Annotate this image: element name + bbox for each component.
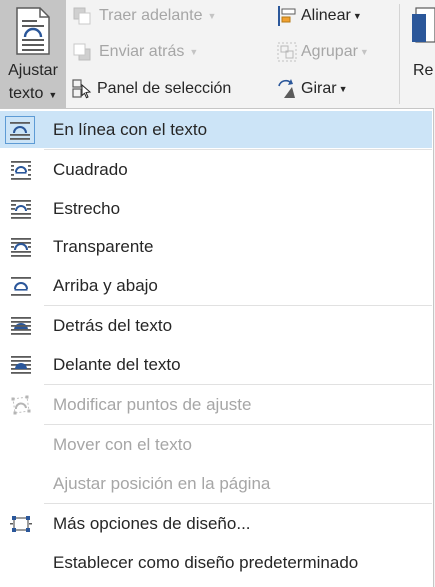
chevron-down-icon: ▼ <box>338 84 348 94</box>
menu-item-square[interactable]: Cuadrado <box>0 151 432 188</box>
selection-pane-button[interactable]: Panel de selección <box>71 76 231 102</box>
menu-separator <box>44 503 432 504</box>
wrap-top-bottom-icon <box>7 274 35 298</box>
bring-forward-button[interactable]: Traer adelante ▼ <box>71 3 216 29</box>
menu-separator <box>44 384 432 385</box>
chevron-down-icon: ▼ <box>359 47 369 57</box>
wrap-text-dropdown-menu: En línea con el texto Cuadrado Estrecho … <box>0 108 434 587</box>
edit-wrap-points-icon <box>7 393 35 417</box>
rotate-button[interactable]: Girar ▼ <box>276 76 347 102</box>
menu-item-label: Cuadrado <box>53 159 128 179</box>
menu-separator <box>44 305 432 306</box>
menu-item-label: Establecer como diseño predeterminado <box>53 552 359 572</box>
send-backward-label: Enviar atrás <box>99 43 185 60</box>
menu-item-label: Estrecho <box>53 198 121 218</box>
menu-item-label: Más opciones de diseño... <box>53 513 251 533</box>
menu-item-top-and-bottom[interactable]: Arriba y abajo <box>0 267 432 304</box>
behind-text-icon <box>7 314 35 338</box>
group-label: Agrupar <box>301 43 358 60</box>
menu-separator <box>44 424 432 425</box>
crop-label-partial[interactable]: Re <box>413 62 433 80</box>
menu-item-label: Modificar puntos de ajuste <box>53 394 252 414</box>
wrap-through-icon <box>7 235 35 259</box>
menu-item-label: Delante del texto <box>53 354 181 374</box>
align-button[interactable]: Alinear ▼ <box>276 3 362 29</box>
menu-item-label: Detrás del texto <box>53 315 173 335</box>
crop-icon[interactable] <box>412 6 435 52</box>
chevron-down-icon: ▼ <box>207 11 217 21</box>
in-front-of-text-icon <box>7 353 35 377</box>
selection-pane-icon <box>72 79 92 99</box>
menu-item-edit-wrap-points[interactable]: Modificar puntos de ajuste <box>0 386 432 423</box>
menu-separator <box>44 149 432 150</box>
menu-item-behind-text[interactable]: Detrás del texto <box>0 307 432 344</box>
menu-item-label: Ajustar posición en la página <box>53 473 271 493</box>
chevron-down-icon: ▼ <box>352 11 362 21</box>
wrap-text-icon <box>16 7 50 55</box>
align-label: Alinear <box>301 7 351 24</box>
menu-item-inline-with-text[interactable]: En línea con el texto <box>0 111 432 148</box>
menu-item-label: En línea con el texto <box>53 119 208 139</box>
ribbon-arrange-group: Ajustar texto ▼ Traer adelante ▼ Enviar a… <box>0 0 435 109</box>
menu-item-through[interactable]: Transparente <box>0 228 432 265</box>
menu-item-set-as-default-layout[interactable]: Establecer como diseño predeterminado <box>0 544 432 581</box>
ribbon-group-divider <box>399 4 400 104</box>
send-backward-button[interactable]: Enviar atrás ▼ <box>71 39 198 65</box>
wrap-tight-icon <box>7 197 35 221</box>
wrap-inline-icon <box>5 115 35 144</box>
menu-item-move-with-text[interactable]: Mover con el texto <box>0 426 432 463</box>
send-backward-icon <box>73 43 91 61</box>
menu-item-tight[interactable]: Estrecho <box>0 190 432 227</box>
chevron-down-icon: ▼ <box>48 90 58 100</box>
menu-item-label: Arriba y abajo <box>53 275 158 295</box>
bring-forward-label: Traer adelante <box>99 7 203 24</box>
menu-item-label: Mover con el texto <box>53 434 192 454</box>
group-icon <box>277 42 297 62</box>
wrap-square-icon <box>7 158 35 182</box>
chevron-down-icon: ▼ <box>189 47 199 57</box>
menu-item-more-layout-options[interactable]: Más opciones de diseño... <box>0 505 432 542</box>
selection-pane-label: Panel de selección <box>97 80 232 97</box>
rotate-icon <box>278 79 295 98</box>
wrap-text-label-line1: Ajustar <box>8 62 58 79</box>
align-icon <box>278 6 296 26</box>
wrap-text-label-line2: texto ▼ <box>8 85 58 102</box>
group-button[interactable]: Agrupar ▼ <box>276 39 369 65</box>
menu-item-fix-position-on-page[interactable]: Ajustar posición en la página <box>0 465 432 502</box>
rotate-label: Girar <box>301 80 337 97</box>
wrap-text-button[interactable]: Ajustar texto ▼ <box>0 0 66 108</box>
bring-forward-icon <box>73 7 91 25</box>
menu-item-label: Transparente <box>53 236 154 256</box>
more-layout-options-icon <box>7 512 35 536</box>
menu-item-in-front-of-text[interactable]: Delante del texto <box>0 346 432 383</box>
